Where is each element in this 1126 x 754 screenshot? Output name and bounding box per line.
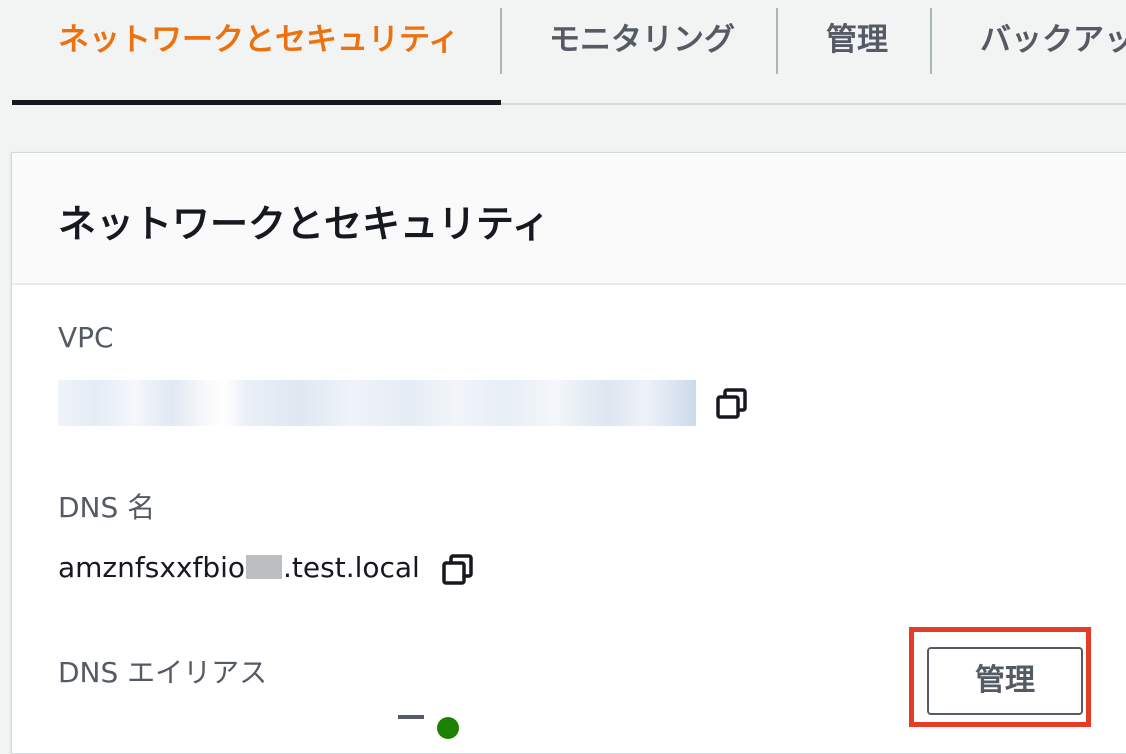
tab-separator xyxy=(500,8,502,74)
dns-name-redaction xyxy=(246,555,283,579)
vpc-value-redacted xyxy=(58,380,696,426)
tab-management[interactable]: 管理 xyxy=(826,20,888,60)
status-indicator-icon xyxy=(437,717,459,739)
vpc-label: VPC xyxy=(58,321,114,354)
panel-title: ネットワークとセキュリティ xyxy=(58,202,550,246)
panel-header: ネットワークとセキュリティ xyxy=(12,153,1126,285)
dns-name-prefix: amznfsxxfbio xyxy=(58,551,246,584)
network-security-panel: ネットワークとセキュリティ VPC DNS 名 amznfsxxfbio .tes… xyxy=(11,152,1126,754)
dns-alias-partial-text xyxy=(398,715,424,719)
active-tab-indicator xyxy=(12,100,501,105)
tab-bar: ネットワークとセキュリティ モニタリング 管理 バックアッ xyxy=(0,0,1126,106)
dns-name-value: amznfsxxfbio .test.local xyxy=(58,551,420,584)
dns-alias-label: DNS エイリアス xyxy=(58,656,268,689)
tab-separator xyxy=(776,8,778,74)
dns-name-suffix: .test.local xyxy=(283,551,420,584)
manage-dns-alias-button[interactable]: 管理 xyxy=(927,647,1083,715)
copy-icon[interactable] xyxy=(441,553,475,587)
tab-backup[interactable]: バックアッ xyxy=(980,20,1126,60)
tab-monitoring[interactable]: モニタリング xyxy=(549,20,735,60)
copy-icon[interactable] xyxy=(715,387,749,421)
tab-network-security[interactable]: ネットワークとセキュリティ xyxy=(58,20,459,60)
tab-separator xyxy=(930,8,932,74)
dns-name-label: DNS 名 xyxy=(58,491,156,524)
